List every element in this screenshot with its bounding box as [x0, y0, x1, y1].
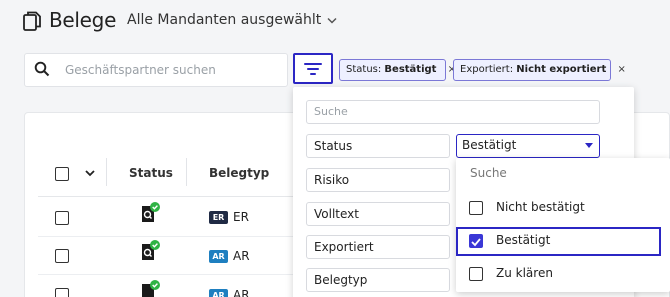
filter-field-belegtyp[interactable]: Belegtyp	[306, 268, 450, 292]
checkmark-icon	[471, 238, 481, 247]
column-divider	[186, 158, 187, 186]
close-icon[interactable]: ×	[617, 64, 625, 75]
filter-field-volltext[interactable]: Volltext	[306, 202, 450, 226]
row-checkbox[interactable]	[55, 249, 69, 263]
row-checkbox[interactable]	[55, 288, 69, 297]
search-icon	[34, 61, 50, 77]
chip-key: Status:	[346, 64, 382, 75]
chevron-down-icon[interactable]	[84, 168, 96, 178]
filter-button[interactable]	[293, 53, 333, 84]
option-checkbox-bestaetigt[interactable]	[469, 234, 483, 248]
page-title: Belege	[49, 8, 117, 32]
column-header-status[interactable]: Status	[129, 166, 173, 180]
column-header-belegtyp[interactable]: Belegtyp	[209, 166, 269, 180]
select-all-checkbox[interactable]	[55, 167, 69, 181]
chip-value: Nicht exportiert	[516, 64, 607, 75]
type-label: ER	[233, 210, 249, 224]
type-label: AR	[233, 288, 250, 297]
option-label-nicht-bestaetigt[interactable]: Nicht bestätigt	[496, 200, 585, 214]
filter-chip-exportiert[interactable]: Exportiert: Nicht exportiert ×	[453, 59, 626, 81]
type-label: AR	[233, 249, 250, 263]
filter-search-input[interactable]: Suche	[306, 100, 600, 124]
option-label-bestaetigt[interactable]: Bestätigt	[496, 233, 550, 247]
status-select[interactable]: Bestätigt	[456, 134, 600, 158]
confirmed-status-icon	[142, 280, 160, 297]
option-bestaetigt[interactable]	[456, 227, 661, 256]
partner-search-placeholder: Geschäftspartner suchen	[65, 63, 216, 77]
confirmed-status-icon	[142, 240, 160, 260]
filter-chip-status[interactable]: Status: Bestätigt ×	[339, 59, 456, 81]
column-divider	[106, 158, 107, 186]
documents-icon	[23, 11, 41, 31]
filter-field-risiko[interactable]: Risiko	[306, 168, 450, 192]
caret-down-icon	[585, 143, 593, 148]
filter-icon	[304, 62, 322, 75]
tenant-selector[interactable]: Alle Mandanten ausgewählt	[127, 10, 337, 30]
option-checkbox-zu-klaeren[interactable]	[469, 267, 483, 281]
chevron-down-icon	[327, 17, 337, 24]
chip-value: Bestätigt	[384, 64, 437, 75]
options-search-input[interactable]: Suche	[470, 166, 507, 180]
row-checkbox[interactable]	[55, 211, 69, 225]
filter-field-exportiert[interactable]: Exportiert	[306, 235, 450, 259]
confirmed-status-icon	[142, 202, 160, 222]
type-badge: AR	[209, 250, 228, 263]
option-checkbox-nicht-bestaetigt[interactable]	[469, 201, 483, 215]
tenant-selector-label: Alle Mandanten ausgewählt	[127, 12, 322, 28]
chip-key: Exportiert:	[460, 64, 514, 75]
type-badge: AR	[209, 289, 228, 297]
type-badge: ER	[209, 211, 228, 224]
filter-field-status[interactable]: Status	[306, 134, 450, 158]
option-label-zu-klaeren[interactable]: Zu klären	[496, 266, 553, 280]
